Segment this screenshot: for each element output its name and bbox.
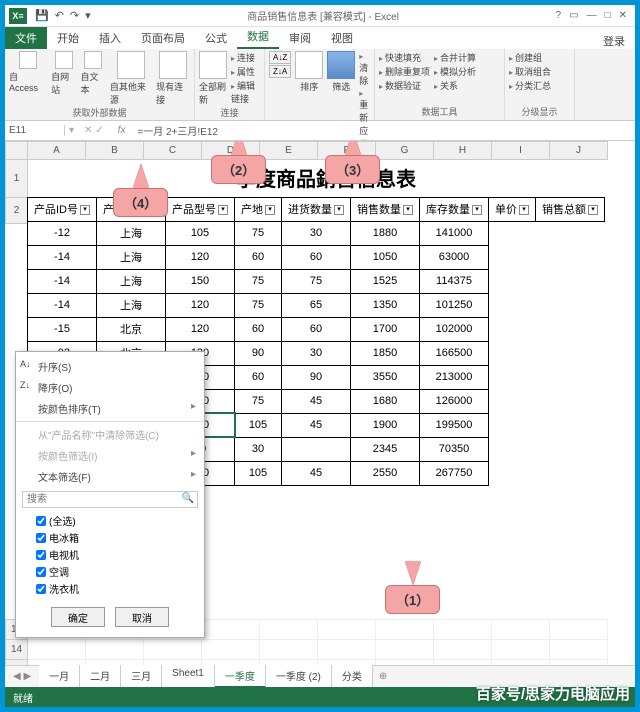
- col-id[interactable]: 产品ID号▾: [28, 197, 97, 221]
- table-row[interactable]: -14上海 12060 60105063000: [28, 245, 605, 269]
- filter-color: 按颜色筛选(I)▸: [16, 445, 204, 466]
- from-web[interactable]: 自网站: [51, 51, 76, 96]
- watermark: 百家号/思家力电脑应用: [476, 683, 630, 704]
- from-access[interactable]: 自 Access: [9, 51, 47, 93]
- sort-color[interactable]: 按颜色排序(T)▸: [16, 398, 204, 419]
- existing-conn[interactable]: 现有连接: [156, 51, 190, 106]
- sheet-tab[interactable]: 一季度: [215, 665, 266, 688]
- formula-input[interactable]: =一月 2+三月!E12: [133, 123, 635, 138]
- check-item[interactable]: 空调: [36, 564, 196, 579]
- callout-3: （3）: [325, 141, 380, 184]
- login-link[interactable]: 登录: [603, 33, 635, 49]
- worksheet[interactable]: ABCDEFGHIJ 1 2 1314151617181920212223242…: [5, 141, 635, 665]
- sheet-tab[interactable]: Sheet1: [162, 665, 215, 688]
- ok-button[interactable]: 确定: [51, 607, 105, 627]
- filter-search[interactable]: 🔍: [22, 491, 198, 508]
- check-all[interactable]: (全选): [36, 513, 196, 528]
- clear-filter: 从"产品名称"中清除筛选(C): [16, 424, 204, 445]
- ribbon: 自 Access 自网站 自文本 自其他来源 现有连接 获取外部数据 全部刷新 …: [5, 49, 635, 121]
- table-row[interactable]: -14上海 15075 751525114375: [28, 269, 605, 293]
- redo-icon: ↷: [70, 9, 79, 22]
- col-sold[interactable]: 销售数量▾: [351, 197, 420, 221]
- filter-button[interactable]: 筛选: [327, 51, 355, 93]
- col-in[interactable]: 进货数量▾: [282, 197, 351, 221]
- sheet-tab[interactable]: 二月: [80, 665, 121, 688]
- quick-access-toolbar[interactable]: 💾↶↷▾: [35, 9, 91, 22]
- col-model[interactable]: 产品型号▾: [166, 197, 235, 221]
- check-item[interactable]: 电视机: [36, 547, 196, 562]
- tab-review[interactable]: 审阅: [279, 27, 321, 49]
- check-item[interactable]: 洗衣机: [36, 581, 196, 596]
- save-icon: 💾: [35, 9, 49, 22]
- col-place[interactable]: 产地▾: [235, 197, 282, 221]
- filter-dropdown: A↓升序(S) Z↓降序(O) 按颜色排序(T)▸ 从"产品名称"中清除筛选(C…: [15, 351, 205, 638]
- excel-icon: X≡: [9, 8, 27, 24]
- tab-file[interactable]: 文件: [5, 27, 47, 49]
- window-title: 商品销售信息表 [兼容模式] - Excel: [91, 8, 556, 23]
- callout-4: （4）: [113, 164, 168, 217]
- text-filter[interactable]: 文本筛选(F)▸: [16, 466, 204, 487]
- tab-start[interactable]: 开始: [47, 27, 89, 49]
- refresh-all[interactable]: 全部刷新: [199, 51, 227, 106]
- sort-asc[interactable]: A↓升序(S): [16, 356, 204, 377]
- window-controls[interactable]: ?▭—□✕: [556, 10, 627, 21]
- from-text[interactable]: 自文本: [80, 51, 105, 96]
- from-other[interactable]: 自其他来源: [110, 51, 152, 106]
- title-bar: X≡ 💾↶↷▾ 商品销售信息表 [兼容模式] - Excel ?▭—□✕: [5, 5, 635, 27]
- tab-data[interactable]: 数据: [237, 25, 279, 49]
- sheet-tab[interactable]: 一季度 (2): [266, 665, 332, 688]
- tab-insert[interactable]: 插入: [89, 27, 131, 49]
- undo-icon: ↶: [55, 9, 64, 22]
- sheet-nav[interactable]: ◀ ▶: [5, 671, 39, 682]
- tab-view[interactable]: 视图: [321, 27, 363, 49]
- sheet-tab[interactable]: 一月: [39, 665, 80, 688]
- cancel-button[interactable]: 取消: [115, 607, 169, 627]
- check-item[interactable]: 电冰箱: [36, 530, 196, 545]
- fx-icon[interactable]: fx: [110, 125, 134, 136]
- sort-button[interactable]: 排序: [295, 51, 323, 93]
- sort-desc[interactable]: Z↓降序(O): [16, 377, 204, 398]
- col-total[interactable]: 销售总额▾: [536, 197, 605, 221]
- table-row[interactable]: -12上海 10575 301880141000: [28, 221, 605, 245]
- sheet-tab[interactable]: 三月: [121, 665, 162, 688]
- table-row[interactable]: -14上海 12075 651350101250: [28, 293, 605, 317]
- tab-layout[interactable]: 页面布局: [131, 27, 195, 49]
- name-box[interactable]: E11: [5, 125, 65, 136]
- col-stock[interactable]: 库存数量▾: [420, 197, 489, 221]
- ribbon-tabs: 文件 开始 插入 页面布局 公式 数据 审阅 视图 登录: [5, 27, 635, 49]
- table-row[interactable]: -15北京 12060 601700102000: [28, 317, 605, 341]
- callout-1: （1）: [385, 561, 440, 614]
- callout-2: （2）: [211, 141, 266, 184]
- col-price[interactable]: 单价▾: [489, 197, 536, 221]
- sheet-tab[interactable]: 分类: [332, 665, 373, 688]
- tab-formula[interactable]: 公式: [195, 27, 237, 49]
- formula-bar: E11 ▾ ✕ ✓ fx =一月 2+三月!E12: [5, 121, 635, 141]
